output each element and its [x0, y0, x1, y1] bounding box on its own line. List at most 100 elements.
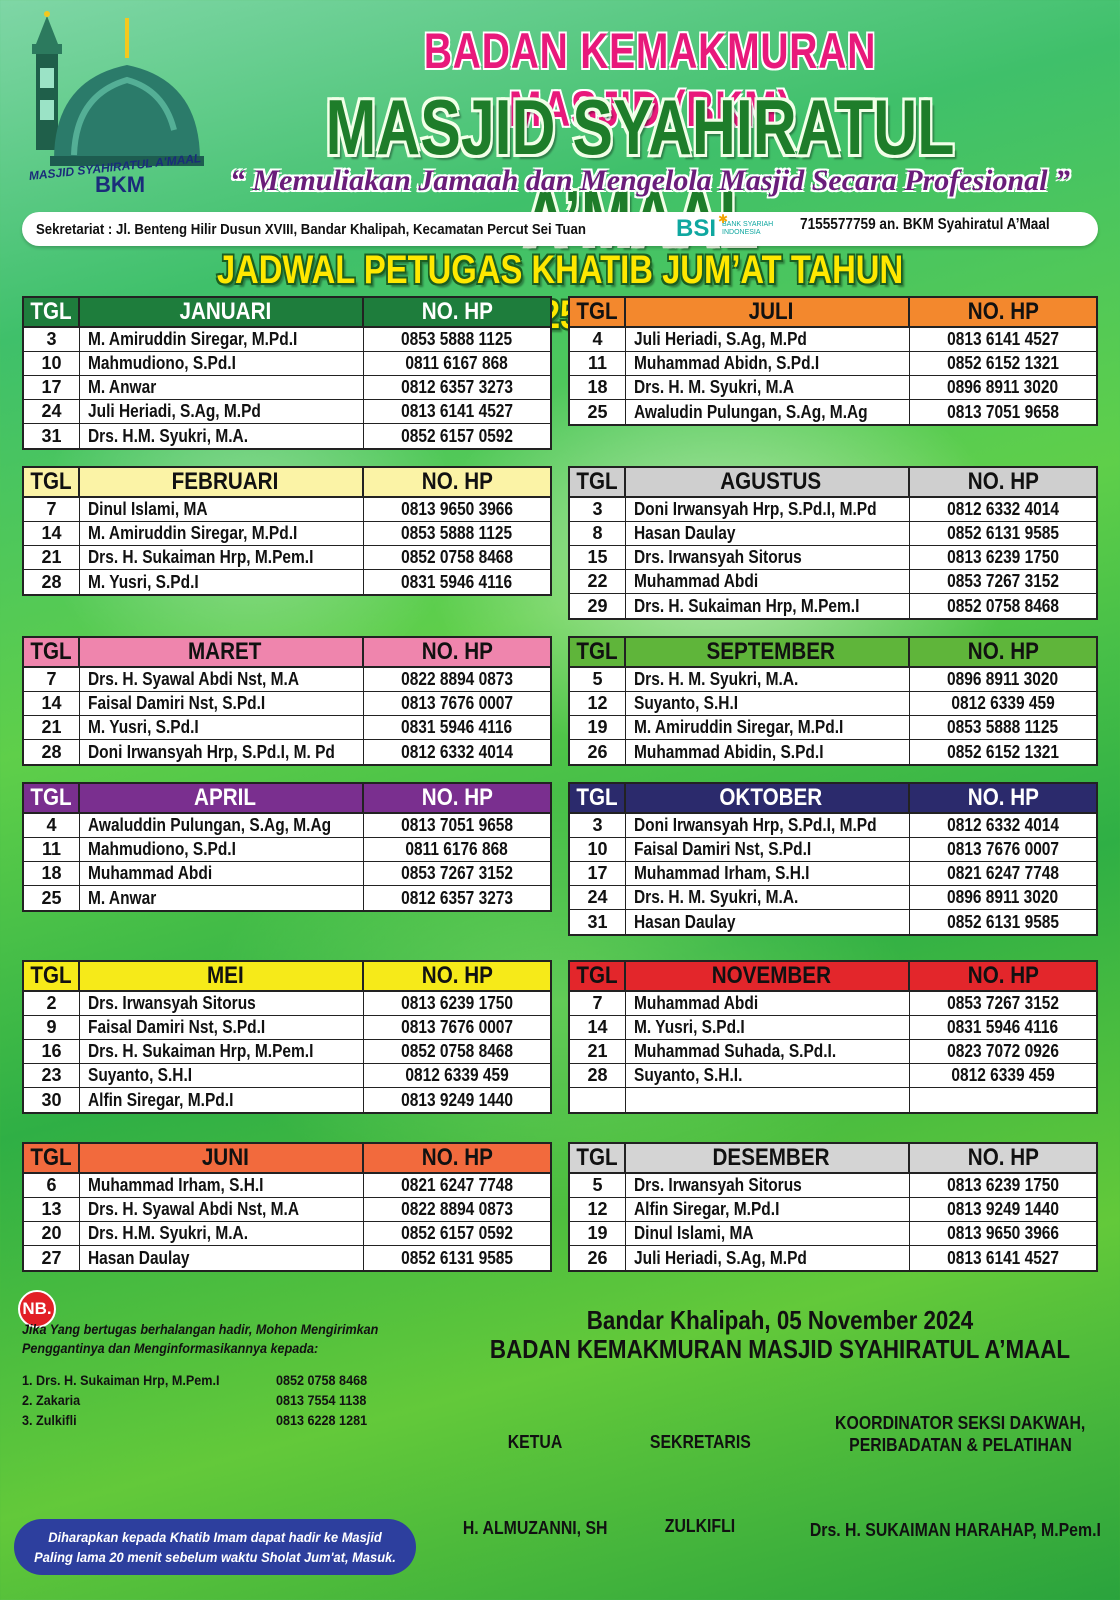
- bank-logo: BSI ✱ BANK SYARIAH INDONESIA: [676, 212, 796, 244]
- contact-name: 2. Zakaria: [22, 1392, 81, 1408]
- date-cell: 4: [570, 328, 626, 351]
- month-table-februari: TGL FEBRUARI NO. HP 7 Dinul Islami, MA 0813 9…: [22, 466, 552, 596]
- date-cell: 31: [570, 910, 626, 934]
- table-row: 4 Juli Heriadi, S.Ag, M.Pd 0813 6141 4527: [570, 328, 1096, 352]
- contact-item: 2. Zakaria 0813 7554 1138: [22, 1392, 402, 1412]
- table-row: 19 Dinul Islami, MA 0813 9650 3966: [570, 1222, 1096, 1246]
- hp-header: NO. HP: [364, 298, 550, 326]
- khatib-name-cell: Awaludin Pulungan, S.Ag, M.Ag: [626, 400, 910, 424]
- date-cell: 7: [24, 668, 80, 691]
- khatib-name-cell: Muhammad Abdi: [626, 992, 910, 1015]
- date-cell: 24: [570, 886, 626, 909]
- hp-header: NO. HP: [364, 962, 550, 990]
- khatib-name-cell: Muhammad Irham, S.H.I: [80, 1174, 364, 1197]
- khatib-name-cell: [626, 1088, 910, 1112]
- date-cell: 21: [24, 716, 80, 739]
- khatib-name-cell: Faisal Damiri Nst, S.Pd.I: [80, 692, 364, 715]
- khatib-name-cell: Drs. Irwansyah Sitorus: [626, 546, 910, 569]
- date-cell: 31: [24, 424, 80, 448]
- date-cell: 28: [24, 570, 80, 594]
- contact-list: 1. Drs. H. Sukaiman Hrp, M.Pem.I 0852 07…: [22, 1372, 402, 1432]
- date-cell: 23: [24, 1064, 80, 1087]
- phone-cell: 0813 6141 4527: [947, 329, 1059, 349]
- khatib-name-cell: Drs. H. Syawal Abdi Nst, M.A: [80, 668, 364, 691]
- khatib-name-cell: Drs. H.M. Syukri, M.A.: [80, 424, 364, 448]
- date-cell: 7: [24, 498, 80, 521]
- date-cell: 26: [570, 740, 626, 764]
- table-row: 3 Doni Irwansyah Hrp, S.Pd.I, M.Pd 0812 63…: [570, 814, 1096, 838]
- reminder-line-1: Diharapkan kepada Khatib Imam dapat hadi…: [48, 1529, 382, 1545]
- khatib-name-cell: Juli Heriadi, S.Ag, M.Pd: [80, 400, 364, 423]
- contact-name: 1. Drs. H. Sukaiman Hrp, M.Pem.I: [22, 1372, 220, 1388]
- hp-header: NO. HP: [364, 468, 550, 496]
- date-cell: 22: [570, 570, 626, 593]
- khatib-name-cell: M. Amiruddin Siregar, M.Pd.I: [80, 522, 364, 545]
- hp-header: NO. HP: [364, 638, 550, 666]
- phone-cell: 0813 9650 3966: [947, 1223, 1059, 1243]
- month-name: MARET: [80, 638, 364, 666]
- table-row: 20 Drs. H.M. Syukri, M.A. 0852 6157 0592: [24, 1222, 550, 1246]
- contact-item: 1. Drs. H. Sukaiman Hrp, M.Pem.I 0852 07…: [22, 1372, 402, 1392]
- khatib-name-cell: Drs. H. M. Syukri, M.A: [626, 376, 910, 399]
- khatib-name-cell: Suyanto, S.H.I: [626, 692, 910, 715]
- month-header: TGL OKTOBER NO. HP: [570, 784, 1096, 814]
- phone-cell: 0896 8911 3020: [947, 377, 1059, 397]
- hp-header: NO. HP: [910, 638, 1096, 666]
- table-row: 21 M. Yusri, S.Pd.I 0831 5946 4116: [24, 716, 550, 740]
- date-cell: 21: [570, 1040, 626, 1063]
- phone-cell: 0813 6141 4527: [401, 401, 513, 421]
- month-header: TGL SEPTEMBER NO. HP: [570, 638, 1096, 668]
- contact-item: 3. Zulkifli 0813 6228 1281: [22, 1412, 402, 1432]
- month-name: DESEMBER: [626, 1144, 910, 1172]
- khatib-name-cell: M. Anwar: [80, 886, 364, 910]
- khatib-name-cell: Drs. H. M. Syukri, M.A.: [626, 668, 910, 691]
- table-row: 31 Drs. H.M. Syukri, M.A. 0852 6157 0592: [24, 424, 550, 448]
- table-row: 14 M. Amiruddin Siregar, M.Pd.I 0853 5888 …: [24, 522, 550, 546]
- phone-cell: 0896 8911 3020: [947, 887, 1059, 907]
- khatib-name-cell: Muhammad Abdi: [626, 570, 910, 593]
- khatib-name-cell: Muhammad Irham, S.H.I: [626, 862, 910, 885]
- date-cell: 10: [570, 838, 626, 861]
- phone-cell: 0821 6247 7748: [401, 1175, 513, 1195]
- tgl-header: TGL: [570, 638, 626, 666]
- month-table-mei: TGL MEI NO. HP 2 Drs. Irwansyah Sitorus 0813 …: [22, 960, 552, 1114]
- table-row: 3 Doni Irwansyah Hrp, S.Pd.I, M.Pd 0812 63…: [570, 498, 1096, 522]
- month-name: JUNI: [80, 1144, 364, 1172]
- phone-cell: 0852 6157 0592: [401, 425, 513, 446]
- table-row: 19 M. Amiruddin Siregar, M.Pd.I 0853 5888 …: [570, 716, 1096, 740]
- month-header: TGL AGUSTUS NO. HP: [570, 468, 1096, 498]
- contact-phone: 0813 7554 1138: [276, 1392, 367, 1408]
- table-row: 18 Muhammad Abdi 0853 7267 3152: [24, 862, 550, 886]
- bank-logo-subtext: BANK SYARIAH INDONESIA: [722, 221, 773, 237]
- month-table-maret: TGL MARET NO. HP 7 Drs. H. Syawal Abdi Nst, …: [22, 636, 552, 766]
- date-cell: 25: [24, 886, 80, 910]
- table-row: 6 Muhammad Irham, S.H.I 0821 6247 7748: [24, 1174, 550, 1198]
- khatib-name-cell: Doni Irwansyah Hrp, S.Pd.I, M. Pd: [80, 740, 364, 764]
- phone-cell: 0852 6152 1321: [947, 353, 1059, 373]
- table-row: 29 Drs. H. Sukaiman Hrp, M.Pem.I 0852 0758…: [570, 594, 1096, 618]
- date-cell: 28: [24, 740, 80, 764]
- khatib-name-cell: Juli Heriadi, S.Ag, M.Pd: [626, 328, 910, 351]
- phone-cell: 0852 6157 0592: [401, 1223, 513, 1243]
- date-cell: 14: [24, 692, 80, 715]
- hp-header: NO. HP: [364, 1144, 550, 1172]
- date-cell: 5: [570, 1174, 626, 1197]
- khatib-name-cell: Mahmudiono, S.Pd.I: [80, 352, 364, 375]
- contact-name: 3. Zulkifli: [22, 1412, 77, 1428]
- date-cell: 3: [24, 328, 80, 351]
- phone-cell: 0852 0758 8468: [401, 547, 513, 567]
- date-cell: 16: [24, 1040, 80, 1063]
- khatib-name-cell: M. Amiruddin Siregar, M.Pd.I: [626, 716, 910, 739]
- phone-cell: 0823 7072 0926: [947, 1041, 1059, 1061]
- khatib-name-cell: Drs. Irwansyah Sitorus: [626, 1174, 910, 1197]
- date-cell: 17: [24, 376, 80, 399]
- date-cell: 17: [570, 862, 626, 885]
- star-icon: ✱: [718, 212, 729, 226]
- table-row: 12 Suyanto, S.H.I 0812 6339 459: [570, 692, 1096, 716]
- table-row: 2 Drs. Irwansyah Sitorus 0813 6239 1750: [24, 992, 550, 1016]
- phone-cell: 0812 6357 3273: [401, 377, 513, 397]
- koordinator-name: Drs. H. SUKAIMAN HARAHAP, M.Pem.I: [809, 1520, 1101, 1540]
- table-row: 25 Awaludin Pulungan, S.Ag, M.Ag 0813 7051…: [570, 400, 1096, 424]
- month-header: TGL JUNI NO. HP: [24, 1144, 550, 1174]
- phone-cell: 0813 6239 1750: [947, 1175, 1059, 1195]
